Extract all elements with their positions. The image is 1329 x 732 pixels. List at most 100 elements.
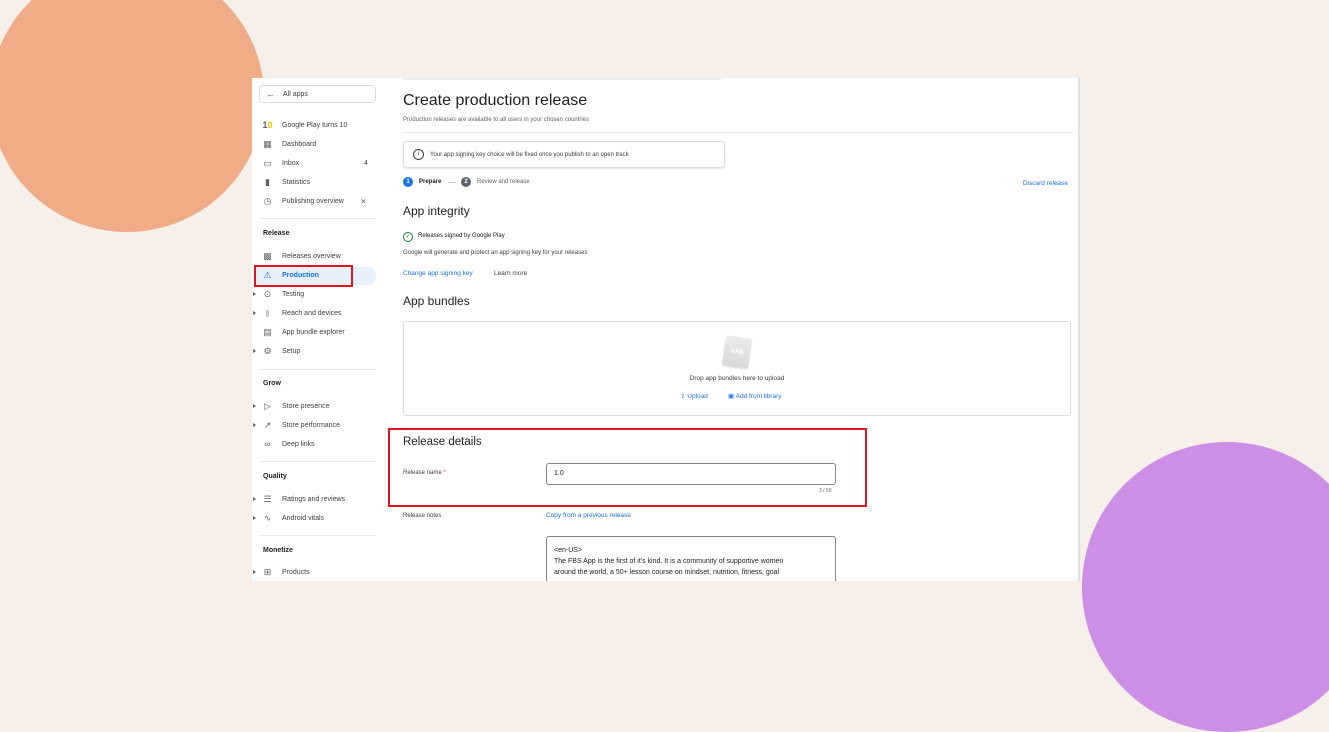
- expand-caret-icon[interactable]: [253, 311, 256, 315]
- publishing-status-icon: ⨯: [360, 197, 367, 206]
- sidebar-item-releases-overview[interactable]: ▩ Releases overview: [252, 249, 382, 265]
- sidebar-item-store-presence[interactable]: ▷ Store presence: [252, 399, 382, 415]
- store-presence-icon: ▷: [264, 401, 271, 411]
- dashboard-icon: ▦: [263, 139, 272, 149]
- sidebar-item-products[interactable]: ⊞ Products: [252, 565, 382, 581]
- sidebar-item-label: Dashboard: [282, 141, 317, 148]
- aab-file-icon: AAB: [722, 335, 752, 369]
- library-label: Add from library: [735, 393, 782, 400]
- expand-caret-icon[interactable]: [253, 516, 256, 520]
- upload-icon: ⇪: [680, 393, 686, 400]
- section-heading-monetize: Monetize: [263, 547, 293, 554]
- info-banner-text: Your app signing key choice will be fixe…: [430, 152, 629, 158]
- step-number: 2: [461, 177, 471, 187]
- sidebar-item-publishing-overview[interactable]: ◷ Publishing overview ⨯: [252, 194, 382, 210]
- upload-button[interactable]: ⇪ Upload: [680, 392, 708, 400]
- copy-previous-release-link[interactable]: Copy from a previous release: [546, 512, 631, 519]
- check-circle-icon: ✓: [403, 232, 413, 242]
- sidebar-item-ratings-reviews[interactable]: ☰ Ratings and reviews: [252, 492, 382, 508]
- sidebar-item-testing[interactable]: ⊙ Testing: [252, 287, 382, 303]
- step-label: Prepare: [419, 179, 442, 185]
- divider: [260, 535, 376, 536]
- inbox-count-badge: 4: [364, 160, 368, 167]
- sidebar-item-label: Publishing overview: [282, 198, 344, 205]
- publishing-icon: ◷: [263, 196, 272, 206]
- bundle-drop-zone[interactable]: AAB Drop app bundles here to upload ⇪ Up…: [403, 321, 1071, 416]
- app-bundles-heading: App bundles: [403, 294, 470, 308]
- sidebar-item-android-vitals[interactable]: ∿ Android vitals: [252, 511, 382, 527]
- release-notes-textarea[interactable]: <en-US> The FBS App is the first of it's…: [546, 536, 836, 581]
- back-arrow-icon: ←: [266, 89, 275, 99]
- upload-label: Upload: [687, 393, 708, 400]
- sidebar-item-label: Deep links: [282, 441, 315, 448]
- inbox-icon: ▭: [263, 158, 272, 168]
- app-integrity-heading: App integrity: [403, 204, 470, 218]
- discard-release-button[interactable]: Discard release: [1023, 180, 1068, 187]
- divider: [403, 132, 1073, 133]
- aab-icon-text: AAB: [730, 348, 744, 356]
- production-highlight-box: [254, 265, 353, 287]
- vitals-pulse-icon: ∿: [263, 513, 272, 523]
- sidebar-item-label: Releases overview: [282, 253, 341, 260]
- signing-status: Releases signed by Google Play: [418, 233, 505, 239]
- all-apps-button[interactable]: ← All apps: [259, 85, 376, 103]
- statistics-icon: ▮: [265, 177, 270, 187]
- section-heading-release: Release: [263, 230, 290, 237]
- sidebar-item-reach-and-devices[interactable]: ⫾ Reach and devices: [252, 306, 382, 322]
- top-scroll-shadow: [403, 78, 721, 80]
- sidebar-item-dashboard[interactable]: ▦ Dashboard: [252, 137, 382, 153]
- sidebar-item-label: Store performance: [282, 422, 340, 429]
- reviews-icon: ☰: [263, 494, 272, 504]
- sidebar-item-inbox[interactable]: ▭ Inbox 4: [252, 156, 382, 172]
- decorative-orange-circle: [0, 0, 264, 232]
- sidebar-item-deep-links[interactable]: ∞ Deep links: [252, 437, 382, 453]
- sidebar-item-label: Inbox: [282, 160, 300, 167]
- change-signing-key-link[interactable]: Change app signing key: [403, 270, 473, 277]
- reach-devices-icon: ⫾: [266, 308, 269, 318]
- library-icon: ▣: [728, 393, 735, 400]
- section-heading-grow: Grow: [263, 380, 281, 387]
- expand-caret-icon[interactable]: [253, 423, 256, 427]
- setup-gear-icon: ⚙: [263, 346, 272, 356]
- sidebar-item-store-performance[interactable]: ↗ Store performance: [252, 418, 382, 434]
- release-notes-label: Release notes: [403, 513, 442, 519]
- sidebar-item-app-bundle-explorer[interactable]: ▤ App bundle explorer: [252, 325, 382, 341]
- sidebar: ← All apps 10 Google Play turns 10 ▦ Das…: [252, 78, 382, 581]
- step-number: 1: [403, 177, 413, 187]
- sidebar-item-label: Statistics: [282, 179, 311, 186]
- section-heading-quality: Quality: [263, 473, 287, 480]
- sidebar-item-setup[interactable]: ⚙ Setup: [252, 344, 382, 360]
- info-icon: i: [413, 149, 424, 160]
- sidebar-item-label: Reach and devices: [282, 310, 342, 317]
- sidebar-item-statistics[interactable]: ▮ Statistics: [252, 175, 382, 191]
- trending-up-icon: ↗: [263, 420, 272, 430]
- expand-caret-icon[interactable]: [253, 570, 256, 574]
- learn-more-link[interactable]: Learn more: [494, 270, 527, 277]
- cart-icon: ⊞: [263, 567, 272, 577]
- expand-caret-icon[interactable]: [253, 349, 256, 353]
- testing-play-icon: ⊙: [263, 289, 272, 299]
- sidebar-item-label: Setup: [282, 348, 301, 355]
- divider: [260, 369, 376, 370]
- page-subtitle: Production releases are available to all…: [403, 117, 590, 123]
- sidebar-item-play-turns-10[interactable]: 10 Google Play turns 10: [252, 118, 382, 134]
- expand-caret-icon[interactable]: [253, 497, 256, 501]
- google-play-10-icon: 10: [262, 120, 273, 130]
- divider: [260, 461, 376, 462]
- drop-zone-text: Drop app bundles here to upload: [689, 375, 785, 382]
- expand-caret-icon[interactable]: [253, 292, 256, 296]
- release-details-highlight-box: [388, 428, 867, 507]
- divider: [260, 218, 376, 219]
- sidebar-item-label: Google Play turns 10: [282, 122, 348, 129]
- step-connector: [448, 182, 456, 183]
- add-from-library-button[interactable]: ▣ Add from library: [728, 392, 781, 400]
- bundle-explorer-icon: ▤: [263, 327, 272, 337]
- sidebar-item-label: Products: [282, 569, 310, 576]
- play-console-window: ← All apps 10 Google Play turns 10 ▦ Das…: [252, 78, 1080, 581]
- releases-overview-icon: ▩: [263, 251, 272, 261]
- step-label: Review and release: [477, 179, 530, 185]
- link-icon: ∞: [264, 439, 271, 449]
- info-banner: i Your app signing key choice will be fi…: [403, 141, 725, 168]
- expand-caret-icon[interactable]: [253, 404, 256, 408]
- page-title: Create production release: [403, 92, 588, 109]
